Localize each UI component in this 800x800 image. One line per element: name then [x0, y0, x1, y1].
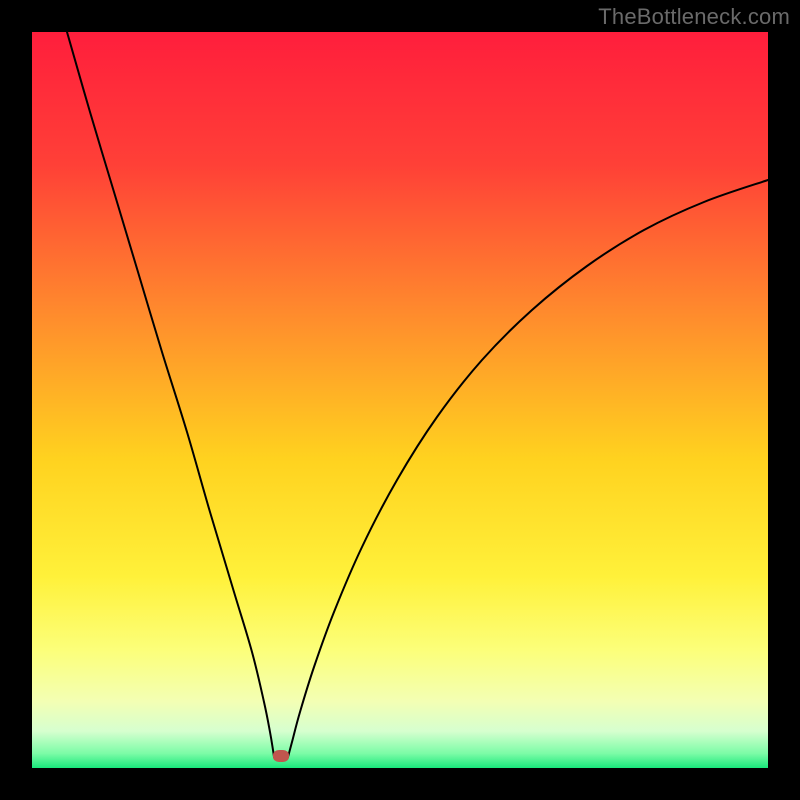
watermark-text: TheBottleneck.com	[598, 4, 790, 30]
curve-left-branch	[67, 32, 274, 757]
chart-frame: TheBottleneck.com	[0, 0, 800, 800]
optimal-point-marker	[273, 750, 289, 762]
plot-area	[32, 32, 768, 768]
curve-layer	[32, 32, 768, 768]
curve-right-branch	[288, 180, 768, 757]
